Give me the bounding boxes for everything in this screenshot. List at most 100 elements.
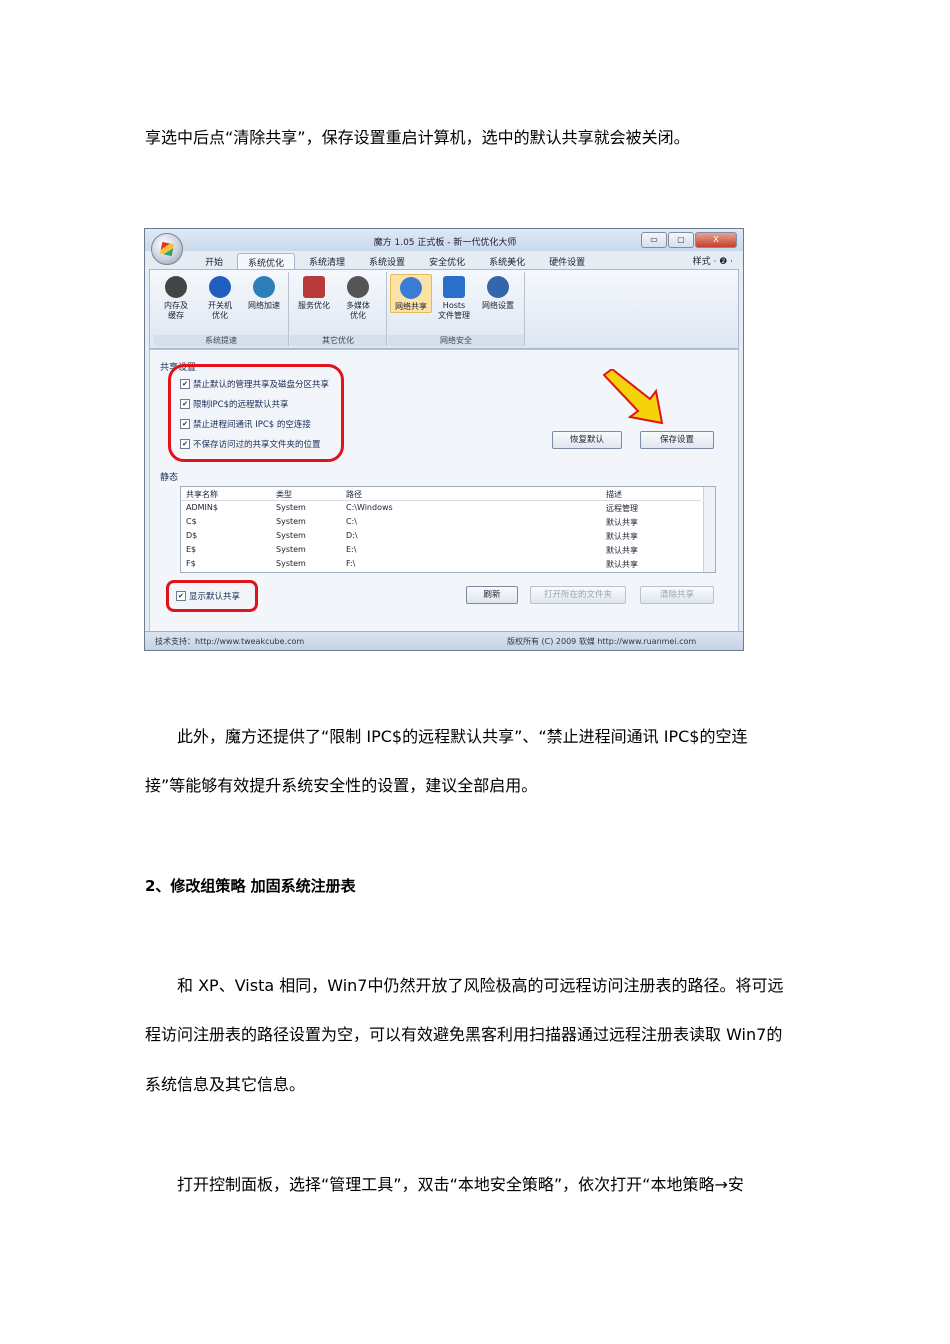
restore-default-button[interactable]: 恢复默认 <box>552 431 622 449</box>
cell-path: D:\ <box>346 531 358 540</box>
cube-logo-icon <box>159 241 175 257</box>
network-share-button[interactable]: 网络共享 <box>390 274 432 313</box>
cell-name: E$ <box>186 545 197 554</box>
service-optimize-button[interactable]: 服务优化 <box>294 274 334 311</box>
memory-icon <box>165 276 187 298</box>
header-type[interactable]: 类型 <box>276 489 292 500</box>
cell-path: C:\Windows <box>346 503 393 512</box>
table-row[interactable]: E$ System E:\ 默认共享 <box>181 544 701 556</box>
network-settings-button[interactable]: 网络设置 <box>478 274 518 311</box>
share-icon <box>400 277 422 299</box>
tab-system-clean[interactable]: 系统清理 <box>299 253 355 269</box>
group-label-security: 网络安全 <box>388 335 524 346</box>
status-left-text: 技术支持：http://www.tweakcube.com <box>155 637 305 646</box>
cell-path: C:\ <box>346 517 357 526</box>
header-path[interactable]: 路径 <box>346 489 362 500</box>
cell-name: D$ <box>186 531 198 540</box>
cell-description: 默认共享 <box>606 546 638 555</box>
ribbon-group-other: 服务优化 多媒体 优化 其它优化 <box>290 272 387 346</box>
ribbon-group-security: 网络共享 Hosts 文件管理 网络设置 网络安全 <box>388 272 525 346</box>
ribbon: 内存及缓存 开关机优化 网络加速 系统提速 服务优化 多媒体优化 其它优化 <box>149 269 739 349</box>
app-orb-button[interactable] <box>151 233 183 265</box>
cell-type: System <box>276 503 306 512</box>
tab-hardware[interactable]: 硬件设置 <box>539 253 595 269</box>
service-optimize-label: 服务优化 <box>298 301 330 310</box>
paragraph-2-line-1: 此外，魔方还提供了“限制 IPC$的远程默认共享”、“禁止进程间通讯 IPC$的… <box>177 727 748 746</box>
tab-security[interactable]: 安全优化 <box>419 253 475 269</box>
close-button[interactable]: X <box>695 232 737 248</box>
table-row[interactable]: C$ System C:\ 默认共享 <box>181 516 701 528</box>
share-list[interactable]: 共享名称 类型 路径 描述 ADMIN$ System C:\Windows 远… <box>180 486 716 573</box>
status-right-text: 版权所有 (C) 2009 软媒 http://www.ruanmei.com <box>507 637 697 646</box>
status-bar: 技术支持：http://www.tweakcube.com 版权所有 (C) 2… <box>145 631 743 650</box>
memory-cache-button[interactable]: 内存及 缓存 <box>156 274 196 321</box>
hosts-label: Hosts 文件管理 <box>438 301 470 320</box>
minimize-button[interactable]: ▭ <box>641 232 667 248</box>
refresh-button[interactable]: 刷新 <box>466 586 518 604</box>
tab-system-settings[interactable]: 系统设置 <box>359 253 415 269</box>
cell-type: System <box>276 531 306 540</box>
ribbon-group-speed: 内存及 缓存 开关机 优化 网络加速 系统提速 <box>154 272 289 346</box>
paragraph-3-line-3: 系统信息及其它信息。 <box>145 1075 306 1094</box>
cell-description: 默认共享 <box>606 518 638 527</box>
save-settings-button[interactable]: 保存设置 <box>640 431 714 449</box>
table-row[interactable]: D$ System D:\ 默认共享 <box>181 530 701 542</box>
boot-optimize-label: 开关机 优化 <box>208 301 232 320</box>
app-screenshot: 魔方 1.05 正式板 - 新一代优化大师 ▭ ▢ X 开始 系统优化 系统清理… <box>144 228 744 651</box>
highlight-oval-settings <box>168 364 344 462</box>
paragraph-3-line-2: 程访问注册表的路径设置为空，可以有效避免黑客利用扫描器通过远程注册表读取 Win… <box>145 1025 783 1044</box>
tab-bar: 开始 系统优化 系统清理 系统设置 安全优化 系统美化 硬件设置 <box>185 253 599 270</box>
group-label-other: 其它优化 <box>290 335 386 346</box>
media-optimize-button[interactable]: 多媒体 优化 <box>338 274 378 321</box>
open-folder-button[interactable]: 打开所在的文件夹 <box>530 586 626 604</box>
table-row[interactable]: F$ System F:\ 默认共享 <box>181 558 701 570</box>
tab-system-optimize[interactable]: 系统优化 <box>237 253 296 270</box>
network-share-label: 网络共享 <box>395 302 427 311</box>
service-icon <box>303 276 325 298</box>
paragraph-3-line-1: 和 XP、Vista 相同，Win7中仍然开放了风险极高的可远程访问注册表的路径… <box>177 976 784 995</box>
network-speed-button[interactable]: 网络加速 <box>244 274 284 311</box>
cell-type: System <box>276 517 306 526</box>
cell-path: E:\ <box>346 545 357 554</box>
tab-beautify[interactable]: 系统美化 <box>479 253 535 269</box>
paragraph-4-line-1: 打开控制面板，选择“管理工具”，双击“本地安全策略”，依次打开“本地策略→安 <box>177 1175 744 1194</box>
header-description[interactable]: 描述 <box>606 489 622 500</box>
list-scrollbar[interactable] <box>703 487 715 572</box>
style-menu[interactable]: 样式 · ❷ · <box>693 254 733 267</box>
hosts-icon <box>443 276 465 298</box>
yellow-arrow-icon <box>602 369 664 425</box>
clear-share-button[interactable]: 清除共享 <box>640 586 714 604</box>
hosts-button[interactable]: Hosts 文件管理 <box>434 274 474 321</box>
status-section-label: 静态 <box>160 473 179 483</box>
cell-type: System <box>276 559 306 568</box>
paragraph-1: 享选中后点“清除共享”，保存设置重启计算机，选中的默认共享就会被关闭。 <box>145 128 690 147</box>
header-share-name[interactable]: 共享名称 <box>186 489 218 500</box>
cell-description: 远程管理 <box>606 504 638 513</box>
group-label-speed: 系统提速 <box>154 335 288 346</box>
tab-start[interactable]: 开始 <box>195 253 233 269</box>
title-bar: 魔方 1.05 正式板 - 新一代优化大师 ▭ ▢ X <box>145 229 743 251</box>
cell-type: System <box>276 545 306 554</box>
maximize-button[interactable]: ▢ <box>668 232 694 248</box>
network-icon <box>253 276 275 298</box>
window-title: 魔方 1.05 正式板 - 新一代优化大师 <box>373 238 517 248</box>
list-header: 共享名称 类型 路径 描述 <box>181 488 701 501</box>
cell-description: 默认共享 <box>606 560 638 569</box>
arrow-shape <box>602 369 664 425</box>
paragraph-2-line-2: 接”等能够有效提升系统安全性的设置，建议全部启用。 <box>145 776 538 795</box>
cell-name: F$ <box>186 559 196 568</box>
media-optimize-label: 多媒体 优化 <box>346 301 370 320</box>
cell-path: F:\ <box>346 559 356 568</box>
power-icon <box>209 276 231 298</box>
network-speed-label: 网络加速 <box>248 301 280 310</box>
cell-name: C$ <box>186 517 197 526</box>
table-row[interactable]: ADMIN$ System C:\Windows 远程管理 <box>181 502 701 514</box>
network-settings-label: 网络设置 <box>482 301 514 310</box>
memory-cache-label: 内存及 缓存 <box>164 301 188 320</box>
cell-description: 默认共享 <box>606 532 638 541</box>
netset-icon <box>487 276 509 298</box>
media-icon <box>347 276 369 298</box>
highlight-oval-show-share <box>166 580 258 612</box>
boot-optimize-button[interactable]: 开关机 优化 <box>200 274 240 321</box>
section-heading-2: 2、修改组策略 加固系统注册表 <box>145 877 356 895</box>
